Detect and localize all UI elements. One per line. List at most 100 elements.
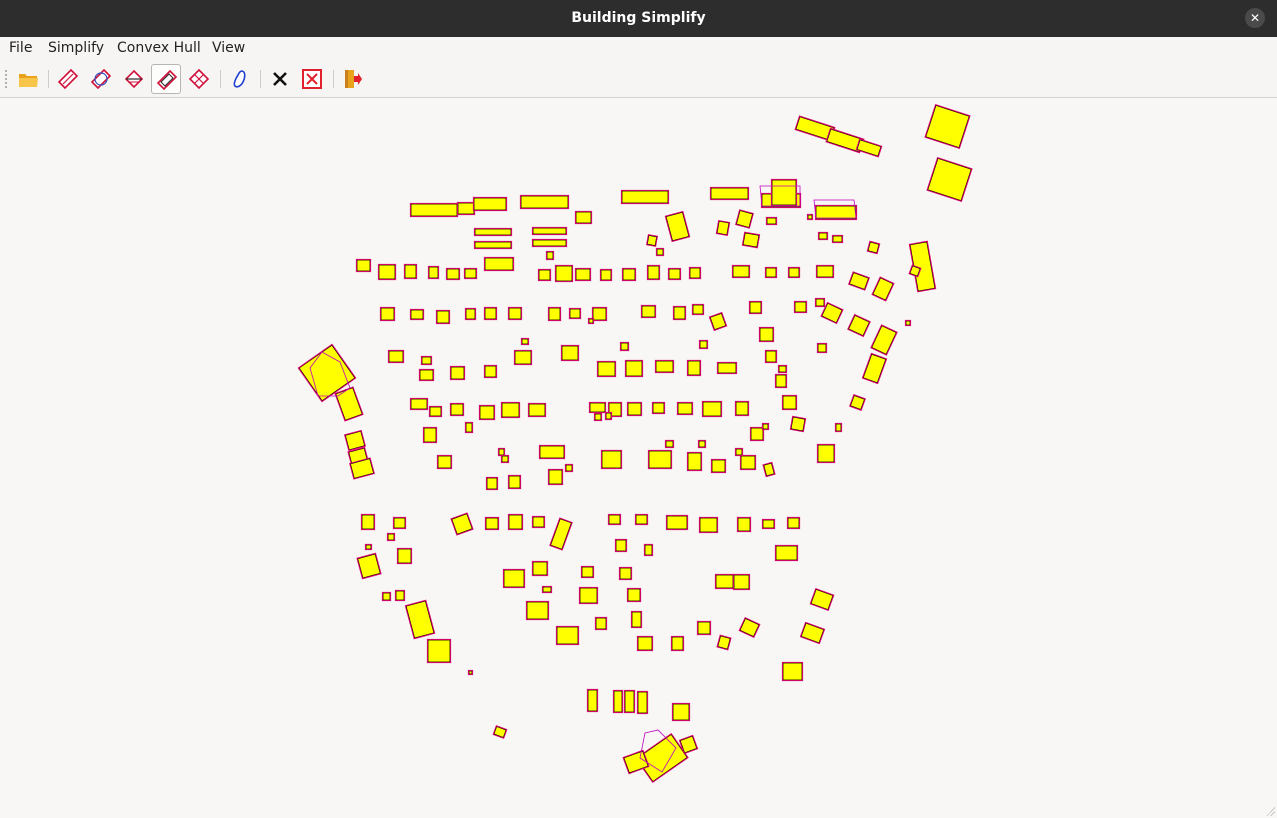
building-footprint: [594, 616, 608, 631]
building-footprint: [418, 368, 435, 382]
window-title: Building Simplify: [571, 10, 706, 26]
building-footprint: [450, 512, 474, 536]
building-footprint: [334, 386, 364, 422]
toolbar: [0, 60, 1277, 98]
building-footprint: [587, 317, 595, 325]
building-footprint: [547, 468, 564, 486]
menu-convex-hull[interactable]: Convex Hull: [117, 37, 201, 60]
building-footprint: [626, 587, 642, 603]
building-footprint: [427, 265, 440, 280]
building-footprint: [537, 268, 552, 282]
menu-file[interactable]: File: [9, 37, 32, 60]
building-footprint: [710, 458, 727, 474]
building-footprint: [612, 689, 624, 714]
building-footprint: [422, 426, 438, 444]
open-folder-button[interactable]: [13, 64, 43, 94]
building-footprint: [770, 178, 798, 207]
building-footprint: [834, 422, 843, 433]
building-footprint: [599, 268, 613, 282]
building-footprint: [672, 305, 687, 321]
map-canvas[interactable]: [0, 98, 1277, 818]
building-footprint: [870, 324, 898, 356]
boxed-cross-icon: [302, 69, 322, 89]
diamond-polygon-icon: [57, 68, 79, 90]
building-footprint: [849, 394, 866, 411]
building-footprint: [667, 267, 682, 281]
building-footprint: [409, 397, 429, 411]
simplify-method-1-button[interactable]: [53, 64, 83, 94]
building-footprint: [574, 210, 593, 225]
building-footprint: [541, 585, 553, 594]
building-footprint: [531, 226, 568, 236]
building-footprint: [520, 337, 530, 346]
building-footprint: [620, 189, 670, 205]
building-footprint: [500, 454, 510, 464]
clear-all-button[interactable]: [297, 64, 327, 94]
building-footprint: [355, 258, 372, 273]
simplify-method-4-button[interactable]: [151, 64, 181, 94]
building-footprint: [428, 405, 443, 418]
building-footprint: [394, 589, 406, 602]
building-footprint: [519, 194, 570, 210]
building-footprint: [698, 516, 719, 534]
building-footprint: [580, 565, 595, 579]
building-footprint: [636, 635, 654, 652]
building-footprint: [467, 669, 474, 676]
building-footprint: [686, 451, 703, 472]
building-footprint: [607, 513, 622, 526]
exit-door-icon: [345, 70, 362, 88]
building-footprint: [671, 702, 691, 722]
simplify-method-5-button[interactable]: [184, 64, 214, 94]
building-footprint: [624, 359, 644, 378]
building-footprint: [697, 439, 707, 449]
toolbar-grip-handle[interactable]: [5, 70, 7, 88]
simplify-method-3-button[interactable]: [119, 64, 149, 94]
exit-button[interactable]: [337, 64, 367, 94]
building-footprint: [531, 560, 549, 577]
building-footprint: [554, 264, 574, 283]
building-footprint: [654, 359, 675, 374]
building-footprint: [485, 476, 499, 491]
building-footprint: [618, 566, 633, 581]
toolbar-separator: [220, 70, 221, 88]
building-footprint: [483, 306, 498, 321]
building-footprint: [525, 600, 550, 621]
building-footprint: [762, 461, 776, 478]
buildings-map: [297, 104, 973, 784]
building-footprint: [626, 401, 643, 417]
menu-view[interactable]: View: [212, 37, 245, 60]
building-footprint: [449, 402, 465, 417]
simplify-method-2-button[interactable]: [86, 64, 116, 94]
building-footprint: [497, 447, 506, 457]
building-footprint: [809, 587, 835, 612]
split-diamond-icon: [124, 69, 144, 89]
clear-button[interactable]: [265, 64, 295, 94]
close-window-button[interactable]: ✕: [1245, 8, 1265, 28]
building-footprint: [364, 543, 373, 551]
building-footprint: [636, 690, 649, 715]
building-footprint: [360, 513, 376, 531]
building-footprint: [735, 209, 754, 229]
building-footprint: [396, 547, 413, 565]
building-footprint: [403, 263, 418, 280]
building-footprint: [748, 300, 763, 315]
building-footprint: [651, 401, 666, 415]
menu-simplify[interactable]: Simplify: [48, 37, 104, 60]
building-footprint: [817, 231, 829, 241]
building-footprint: [676, 401, 694, 416]
resize-grip[interactable]: [1265, 806, 1275, 816]
building-footprint: [507, 513, 524, 531]
convex-hull-button[interactable]: [225, 64, 255, 94]
building-footprint: [816, 443, 836, 464]
grid-diamond-icon: [188, 68, 210, 90]
building-footprint: [578, 586, 599, 605]
building-footprint: [547, 306, 562, 322]
building-footprint: [734, 447, 744, 457]
building-footprint: [664, 439, 675, 449]
building-footprint: [500, 401, 521, 419]
building-footprint: [596, 360, 617, 378]
building-footprint: [568, 307, 582, 320]
menu-bar: File Simplify Convex Hull View: [0, 37, 1277, 60]
building-footprint: [698, 339, 709, 350]
building-footprint: [560, 344, 580, 362]
